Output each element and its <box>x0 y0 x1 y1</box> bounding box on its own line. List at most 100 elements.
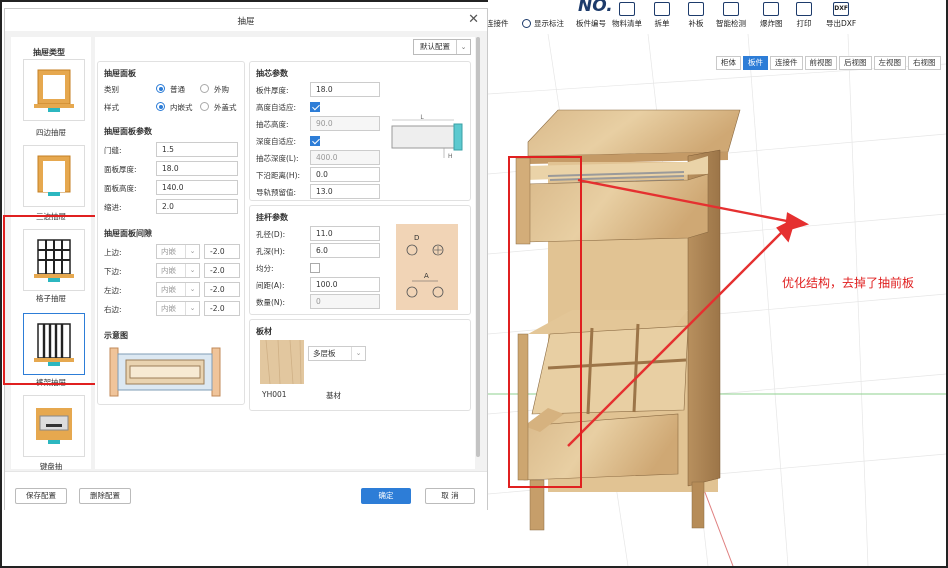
3d-viewport[interactable] <box>488 34 946 566</box>
view-tab[interactable]: 柜体 <box>716 56 741 70</box>
rod-param-input[interactable]: 11.0 <box>310 226 380 241</box>
sidebar-title: 抽屉类型 <box>33 48 65 57</box>
drawer-dialog: 抽屉 ✕ 抽屉类型 四边抽屉 三边抽屉 格子抽屉 裤架抽屉 键盘抽 默认配置 ⌄… <box>3 8 488 511</box>
view-tab[interactable]: 左视图 <box>873 56 906 70</box>
rod-title: 挂杆参数 <box>256 213 288 222</box>
export-dxf-icon: DXF <box>833 2 850 16</box>
toolbar-smart-check-button[interactable]: 智能检测 <box>716 2 746 29</box>
gap-mode-select[interactable]: 内嵌 ⌄ <box>156 282 200 297</box>
highlight-box-drawer-types <box>3 215 99 385</box>
face-param-label: 面板高度: <box>104 184 137 193</box>
core-auto-checkbox[interactable] <box>310 102 320 112</box>
rod-param-input: 0 <box>310 294 380 309</box>
style-option-overlay: 外盖式 <box>214 103 237 112</box>
type-radio-normal[interactable] <box>156 84 165 93</box>
type-option-normal: 普通 <box>170 85 185 94</box>
highlight-box-drawer-front <box>508 156 582 488</box>
rod-param-input[interactable]: 100.0 <box>310 277 380 292</box>
toolbar-bom-button[interactable]: 物料清单 <box>612 2 642 29</box>
gap-mode-select[interactable]: 内嵌 ⌄ <box>156 301 200 316</box>
view-tab[interactable]: 右视图 <box>908 56 941 70</box>
toolbar-label: 补板 <box>688 19 704 28</box>
eye-icon <box>522 19 531 28</box>
chevron-down-icon: ⌄ <box>185 245 199 258</box>
gap-value-input[interactable]: -2.0 <box>204 263 240 278</box>
face-param-input[interactable]: 2.0 <box>156 199 238 214</box>
gap-label: 下边: <box>104 267 122 276</box>
close-icon[interactable]: ✕ <box>468 12 479 27</box>
save-config-button[interactable]: 保存配置 <box>15 488 67 504</box>
scrollbar-thumb[interactable] <box>476 37 480 457</box>
gap-value-input[interactable]: -2.0 <box>204 282 240 297</box>
face-param-input[interactable]: 18.0 <box>156 161 238 176</box>
dialog-title: 抽屉 <box>237 17 255 27</box>
dialog-footer: 保存配置 删除配置 确定 取 消 <box>5 471 487 511</box>
keyboard-drawer-icon <box>36 408 72 444</box>
toolbar-print-button[interactable]: 打印 <box>796 2 812 29</box>
face-param-input[interactable]: 1.5 <box>156 142 238 157</box>
core-auto-checkbox[interactable] <box>310 136 320 146</box>
base-label: 基材 <box>326 391 341 400</box>
gap-mode-value: 内嵌 <box>161 247 176 256</box>
toolbar-label: 导出DXF <box>826 19 857 28</box>
sidebar-item-three-side[interactable] <box>23 145 85 207</box>
dialog-body: 抽屉类型 四边抽屉 三边抽屉 格子抽屉 裤架抽屉 键盘抽 默认配置 ⌄ 抽屉面板… <box>3 31 487 471</box>
material-select[interactable]: 多层板 ⌄ <box>308 346 366 361</box>
split-icon <box>654 2 670 16</box>
connector-toggle[interactable]: 连接件 <box>486 18 509 29</box>
gap-value-input[interactable]: -2.0 <box>204 301 240 316</box>
rod-even-split-checkbox[interactable] <box>310 263 320 273</box>
rod-param-label: 数量(N): <box>256 298 285 307</box>
svg-text:H: H <box>448 153 453 160</box>
style-radio-inset[interactable] <box>156 102 165 111</box>
gap-mode-select[interactable]: 内嵌 ⌄ <box>156 244 200 259</box>
view-tab[interactable]: 后视图 <box>839 56 872 70</box>
toolbar-label: 打印 <box>796 19 812 28</box>
toolbar-board-number-button[interactable]: 板件编号 <box>576 2 606 29</box>
face-param-input[interactable]: 140.0 <box>156 180 238 195</box>
patch-icon <box>688 2 704 16</box>
view-tab[interactable]: 板件 <box>743 56 768 70</box>
chevron-down-icon: ⌄ <box>185 302 199 315</box>
core-param-input[interactable]: 18.0 <box>310 82 380 97</box>
annotation-text: 优化结构，去掉了抽前板 <box>782 276 915 290</box>
material-code: YH001 <box>262 390 287 399</box>
delete-config-button[interactable]: 删除配置 <box>79 488 131 504</box>
dialog-scrollbar[interactable] <box>475 37 481 469</box>
show-label-toggle[interactable]: 显示标注 <box>522 18 564 29</box>
gap-mode-select[interactable]: 内嵌 ⌄ <box>156 263 200 278</box>
core-param-input: 400.0 <box>310 150 380 165</box>
sidebar-item-keyboard[interactable] <box>23 395 85 457</box>
gap-label: 右边: <box>104 305 122 314</box>
core-param-input[interactable]: 0.0 <box>310 167 380 182</box>
toolbar-explode-button[interactable]: 爆炸图 <box>760 2 783 29</box>
gap-value-input[interactable]: -2.0 <box>204 244 240 259</box>
core-param-label: 深度自适应: <box>256 137 297 146</box>
material-title: 板材 <box>256 327 272 336</box>
toolbar-export-dxf-button[interactable]: DXF 导出DXF <box>826 2 856 29</box>
wood-texture-swatch[interactable] <box>260 340 304 384</box>
chevron-down-icon: ⌄ <box>185 264 199 277</box>
toolbar-patch-button[interactable]: 补板 <box>688 2 704 29</box>
rod-param-input[interactable]: 6.0 <box>310 243 380 258</box>
style-radio-overlay[interactable] <box>200 102 209 111</box>
toolbar-split-button[interactable]: 拆单 <box>654 2 670 29</box>
ok-button[interactable]: 确定 <box>361 488 411 504</box>
gap-mode-value: 内嵌 <box>161 266 176 275</box>
cancel-button[interactable]: 取 消 <box>425 488 475 504</box>
sidebar-item-four-side[interactable] <box>23 59 85 121</box>
toolbar-label: 板件编号 <box>576 19 606 28</box>
four-side-drawer-icon <box>34 69 74 112</box>
preset-select[interactable]: 默认配置 ⌄ <box>413 39 471 55</box>
core-param-input[interactable]: 13.0 <box>310 184 380 199</box>
type-option-purchased: 外购 <box>214 85 229 94</box>
face-param-label: 面板厚度: <box>104 165 137 174</box>
rod-hole-diagram: D A <box>396 224 458 310</box>
chevron-down-icon: ⌄ <box>185 283 199 296</box>
type-radio-purchased[interactable] <box>200 84 209 93</box>
view-tab[interactable]: 连接件 <box>770 56 803 70</box>
toolbar-label: 智能检测 <box>716 19 746 28</box>
view-tab[interactable]: 前视图 <box>804 56 837 70</box>
smart-check-icon <box>723 2 739 16</box>
core-param-label: 下沿距离(H): <box>256 171 301 180</box>
